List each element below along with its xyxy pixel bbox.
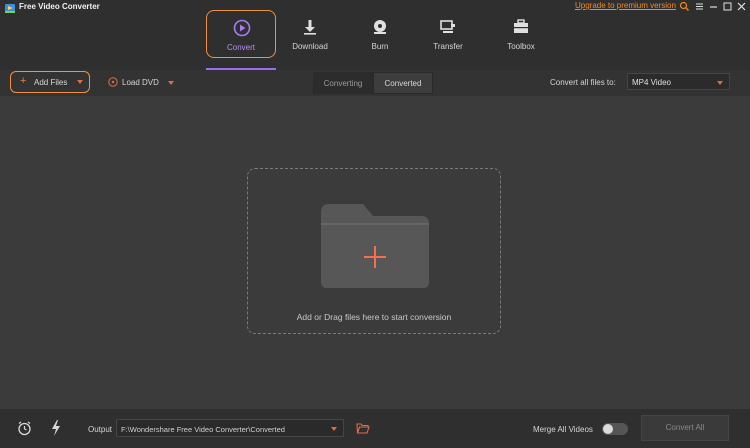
chevron-down-icon[interactable] xyxy=(77,80,83,84)
tab-label: Transfer xyxy=(433,42,463,51)
tab-converting[interactable]: Converting xyxy=(313,72,373,94)
top-navigation-bar: Free Video Converter Upgrade to premium … xyxy=(0,0,750,70)
app-logo-icon xyxy=(5,4,15,13)
add-folder-icon xyxy=(321,204,429,288)
convert-all-files-label: Convert all files to: xyxy=(550,78,616,87)
chevron-down-icon xyxy=(331,427,337,431)
app-title: Free Video Converter xyxy=(19,2,100,11)
convert-all-button[interactable]: Convert All xyxy=(641,415,729,441)
tab-download[interactable]: Download xyxy=(275,10,345,58)
file-drop-zone[interactable]: Add or Drag files here to start conversi… xyxy=(247,168,501,334)
tab-burn[interactable]: Burn xyxy=(345,10,415,58)
output-path-select[interactable]: F:\Wondershare Free Video Converter\Conv… xyxy=(116,419,344,437)
download-icon xyxy=(304,20,316,35)
convert-play-icon xyxy=(233,19,251,37)
plus-icon: + xyxy=(20,75,27,87)
chevron-down-icon[interactable] xyxy=(168,81,174,85)
minimize-icon[interactable] xyxy=(708,1,719,12)
bottom-bar: Output F:\Wondershare Free Video Convert… xyxy=(0,409,750,448)
load-dvd-button[interactable]: Load DVD xyxy=(108,72,178,92)
chevron-down-icon xyxy=(717,81,723,85)
merge-videos-toggle[interactable] xyxy=(602,423,628,435)
load-dvd-label: Load DVD xyxy=(122,78,159,87)
burn-disc-icon xyxy=(374,20,386,34)
convert-toolbar: + Add Files Load DVD Converting Converte… xyxy=(0,70,750,96)
dvd-icon xyxy=(108,77,118,87)
add-files-label: Add Files xyxy=(34,78,68,87)
close-icon[interactable] xyxy=(736,1,747,12)
maximize-icon[interactable] xyxy=(722,1,733,12)
output-path-value: F:\Wondershare Free Video Converter\Conv… xyxy=(121,425,285,434)
tab-toolbox[interactable]: Toolbox xyxy=(486,10,556,58)
main-content: Add or Drag files here to start conversi… xyxy=(0,96,750,409)
toggle-knob xyxy=(603,424,613,434)
search-icon[interactable] xyxy=(679,1,690,12)
toolbox-icon xyxy=(514,19,528,33)
tab-label: Toolbox xyxy=(507,42,535,51)
tab-converted[interactable]: Converted xyxy=(373,72,433,94)
alarm-clock-icon[interactable] xyxy=(17,421,32,436)
tab-transfer[interactable]: Transfer xyxy=(413,10,483,58)
lightning-icon[interactable] xyxy=(51,420,61,436)
tab-label: Convert xyxy=(226,43,255,52)
output-label: Output xyxy=(88,425,113,434)
tab-label: Download xyxy=(292,42,328,51)
output-format-select[interactable]: MP4 Video xyxy=(627,73,730,90)
tab-label: Burn xyxy=(371,42,389,51)
transfer-icon xyxy=(440,20,455,33)
add-files-button[interactable]: + Add Files xyxy=(10,71,90,93)
drop-zone-text: Add or Drag files here to start conversi… xyxy=(296,312,452,322)
app-window: Free Video Converter Upgrade to premium … xyxy=(0,0,750,448)
open-folder-icon[interactable] xyxy=(356,422,370,434)
menu-icon[interactable] xyxy=(694,1,705,12)
output-format-value: MP4 Video xyxy=(632,78,671,87)
tab-convert[interactable]: Convert xyxy=(206,10,276,58)
upgrade-link[interactable]: Upgrade to premium version xyxy=(575,1,676,10)
merge-all-videos-label: Merge All Videos xyxy=(533,425,593,434)
